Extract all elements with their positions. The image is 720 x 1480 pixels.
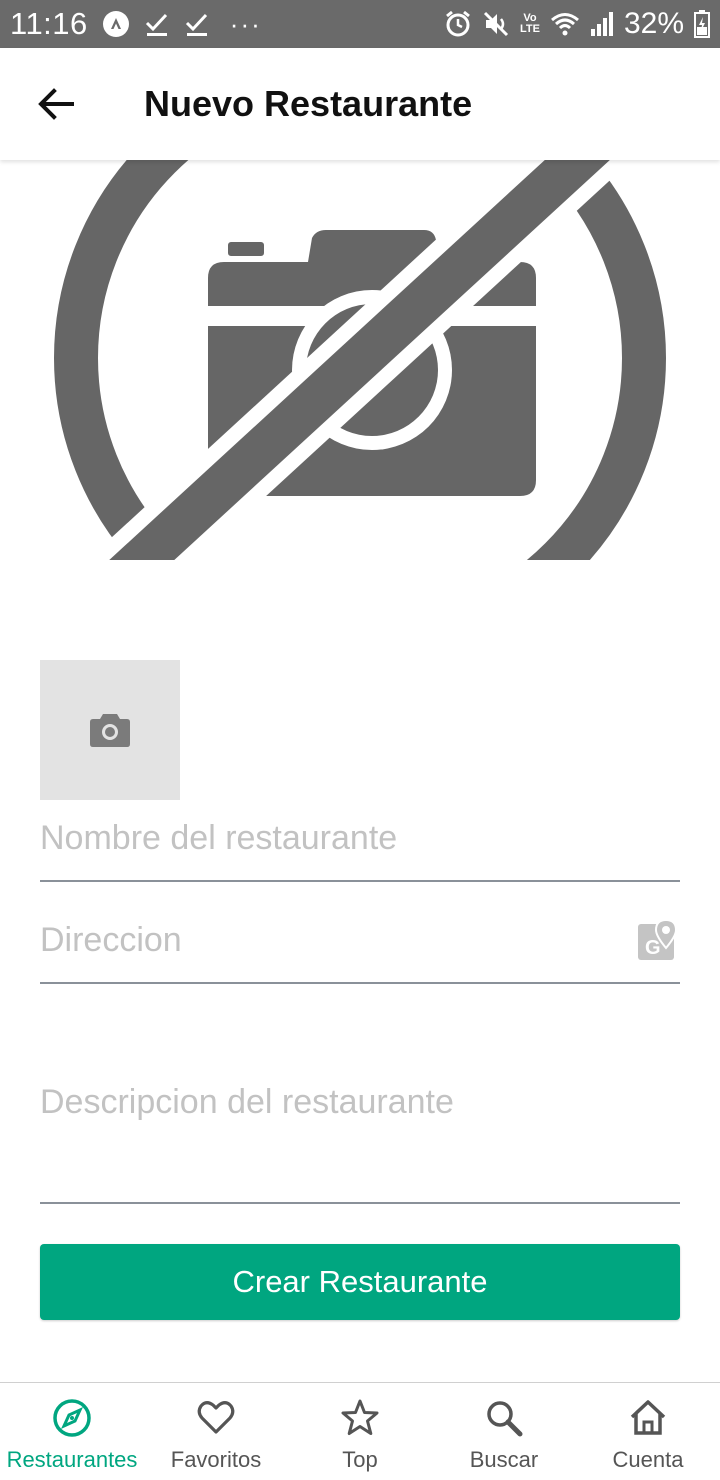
status-right: Vo LTE 32% (444, 7, 710, 41)
description-field-container (40, 1070, 680, 1204)
restaurant-name-field-container (40, 808, 680, 882)
nav-label-buscar: Buscar (469, 1447, 539, 1472)
add-photo-button[interactable] (40, 660, 180, 800)
check-icon (184, 11, 210, 37)
status-time: 11:16 (10, 6, 88, 41)
status-left: 11:16 ··· (10, 6, 262, 42)
nav-item-restaurantes[interactable]: Restaurantes (0, 1383, 144, 1480)
battery-percent: 32% (623, 7, 684, 40)
more-dots-icon: ··· (229, 8, 262, 39)
address-field-container: G (40, 910, 680, 984)
volte-bottom-text: LTE (519, 23, 540, 35)
camera-icon (90, 714, 130, 747)
nav-label-restaurantes: Restaurantes (6, 1447, 138, 1472)
create-restaurant-button[interactable]: Crear Restaurante (40, 1244, 680, 1320)
volte-icon: Vo LTE (520, 13, 540, 35)
status-bar: 11:16 ··· Vo LTE 32% (0, 0, 720, 48)
wifi-icon (550, 11, 580, 37)
nav-label-favoritos: Favoritos (170, 1447, 262, 1472)
page-title: Nuevo Restaurante (144, 83, 473, 124)
battery-icon (694, 10, 710, 38)
star-icon (341, 1399, 379, 1435)
address-input[interactable] (40, 921, 680, 960)
restaurant-name-input[interactable] (40, 819, 680, 858)
nav-label-cuenta: Cuenta (612, 1447, 684, 1472)
no-photo-icon (54, 160, 666, 560)
mute-icon (482, 10, 510, 38)
restaurant-image-preview (0, 160, 720, 560)
home-icon (630, 1400, 666, 1435)
nav-item-cuenta[interactable]: Cuenta (576, 1383, 720, 1480)
check-icon (144, 11, 170, 37)
app-bar: Nuevo Restaurante (0, 48, 720, 160)
compass-icon (53, 1399, 91, 1437)
nav-item-favoritos[interactable]: Favoritos (144, 1383, 288, 1480)
back-button[interactable] (28, 76, 84, 132)
nav-label-top: Top (342, 1447, 378, 1472)
signal-icon (590, 11, 614, 37)
bottom-nav: Restaurantes Favoritos Top Buscar Cuenta (0, 1382, 720, 1480)
arrow-left-icon (38, 88, 74, 120)
nav-item-top[interactable]: Top (288, 1383, 432, 1480)
description-input[interactable] (40, 1070, 680, 1190)
alarm-icon (444, 10, 472, 38)
heart-icon (197, 1401, 235, 1434)
google-maps-icon[interactable]: G (638, 918, 678, 967)
app-a-icon (102, 10, 130, 38)
svg-text:G: G (645, 937, 661, 959)
search-icon (487, 1401, 523, 1437)
nav-item-buscar[interactable]: Buscar (432, 1383, 576, 1480)
